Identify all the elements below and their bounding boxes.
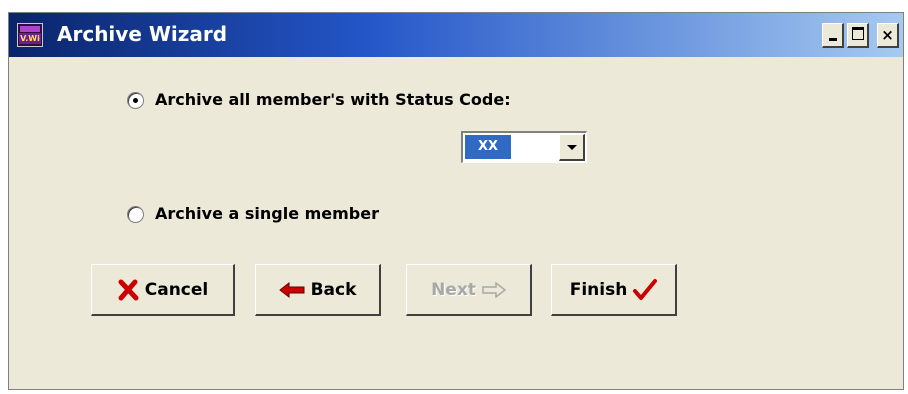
chevron-down-icon [567,145,577,150]
back-button[interactable]: Back [255,264,381,316]
next-button-label: Next [431,279,476,300]
minimize-icon [829,38,837,41]
app-icon: V.Wi [17,23,43,47]
archive-wizard-window: V.Wi Archive Wizard × Archive all member… [8,12,904,390]
window-title: Archive Wizard [57,22,228,46]
archive-single-member-radio[interactable] [127,206,144,223]
close-icon: × [881,26,894,44]
status-code-dropdown-button[interactable] [559,134,585,161]
archive-single-member-label[interactable]: Archive a single member [155,201,379,227]
cancel-button-content: Cancel [92,265,233,314]
close-button[interactable]: × [877,23,899,48]
archive-by-status-label[interactable]: Archive all member's with Status Code: [155,87,511,113]
status-code-value[interactable]: XX [465,135,511,159]
red-x-icon [118,279,139,300]
title-bar[interactable]: V.Wi Archive Wizard × [9,13,903,57]
next-button[interactable]: Next [406,264,532,316]
finish-button-content: Finish [552,265,675,314]
red-checkmark-icon [633,278,658,300]
cancel-button[interactable]: Cancel [91,264,235,316]
maximize-button[interactable] [847,23,869,48]
finish-button-label: Finish [569,279,628,300]
radio-selected-dot [133,98,138,103]
minimize-button[interactable] [822,23,844,48]
app-icon-bar [20,26,40,32]
maximize-icon [852,27,864,40]
archive-by-status-radio[interactable] [127,92,144,109]
status-code-select[interactable]: XX [461,131,587,163]
arrow-right-icon [482,281,506,298]
next-button-content: Next [407,265,530,314]
back-button-content: Back [256,265,379,314]
back-button-label: Back [310,279,357,300]
app-icon-text: V.Wi [19,33,41,44]
red-arrow-left-icon [278,281,305,298]
finish-button[interactable]: Finish [551,264,677,316]
cancel-button-label: Cancel [144,279,209,300]
